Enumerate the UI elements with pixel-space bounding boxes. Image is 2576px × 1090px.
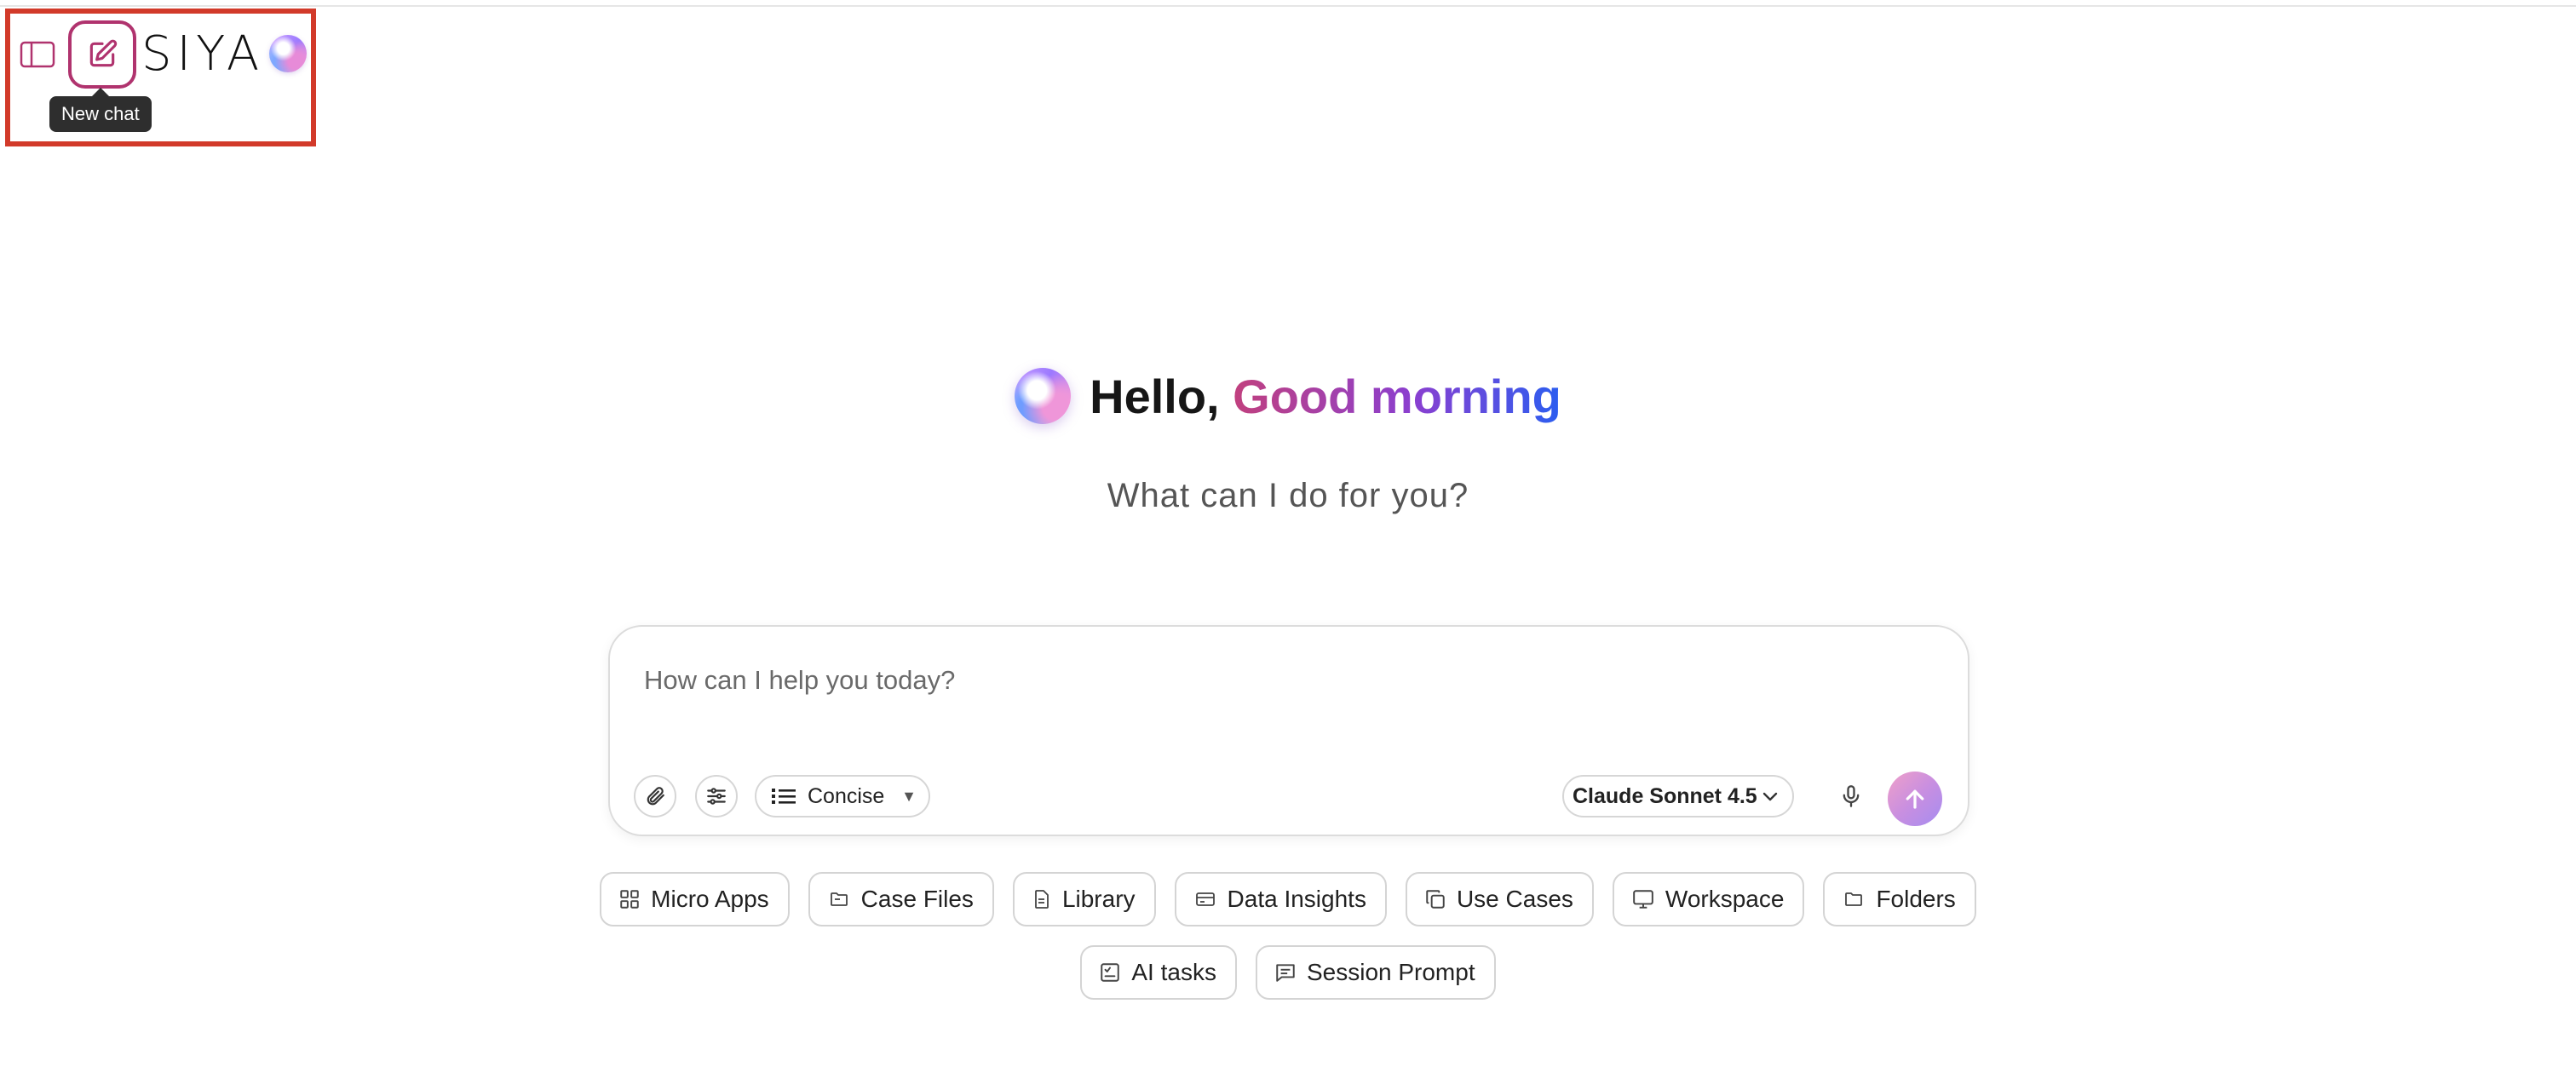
sidebar-toggle-button[interactable] xyxy=(19,39,56,70)
arrow-up-icon xyxy=(1902,786,1928,812)
app-root: SIYA New chat Hello, Good morning What c… xyxy=(0,0,2576,1090)
sidebar-panel-icon xyxy=(20,40,55,69)
send-button[interactable] xyxy=(1888,772,1942,826)
prompt-input[interactable] xyxy=(642,654,1923,707)
sliders-icon xyxy=(705,785,727,807)
document-icon xyxy=(1032,888,1052,910)
greeting-title: Hello, Good morning xyxy=(1090,369,1561,424)
chevron-down-icon xyxy=(1760,786,1780,806)
chip-label: Folders xyxy=(1876,886,1956,912)
monitor-icon xyxy=(1631,888,1655,910)
attach-button[interactable] xyxy=(634,775,676,818)
copy-icon xyxy=(1424,888,1446,910)
shortcut-chips-row: Micro Apps Case Files Library Data Insig… xyxy=(0,872,2576,926)
chip-label: Micro Apps xyxy=(651,886,769,912)
assistant-orb-icon xyxy=(1015,368,1072,424)
chip-library[interactable]: Library xyxy=(1012,872,1156,926)
edit-icon xyxy=(86,38,118,71)
new-chat-tooltip: New chat xyxy=(49,88,152,132)
chip-label: Workspace xyxy=(1665,886,1785,912)
paperclip-icon xyxy=(644,785,666,807)
chip-case-files[interactable]: Case Files xyxy=(808,872,994,926)
chip-label: AI tasks xyxy=(1131,959,1216,985)
chip-label: Case Files xyxy=(860,886,974,912)
chip-label: Data Insights xyxy=(1227,886,1366,912)
greeting-hello: Hello, xyxy=(1090,369,1233,423)
card-icon xyxy=(1193,889,1217,909)
caret-down-icon: ▼ xyxy=(901,787,917,805)
greeting-accent: Good morning xyxy=(1233,369,1561,423)
chip-label: Use Cases xyxy=(1456,886,1573,912)
composer: Concise ▼ Claude Sonnet 4.5 xyxy=(608,625,1969,836)
checklist-icon xyxy=(1099,961,1121,984)
response-style-label: Concise xyxy=(808,783,885,808)
voice-input-button[interactable] xyxy=(1830,775,1872,818)
chip-folders[interactable]: Folders xyxy=(1823,872,1976,926)
list-icon xyxy=(772,786,796,806)
microphone-icon xyxy=(1839,783,1863,810)
brand-name: SIYA xyxy=(141,26,265,82)
greeting-subtitle: What can I do for you? xyxy=(1107,477,1469,514)
response-style-select[interactable]: Concise ▼ xyxy=(755,775,930,818)
model-select[interactable]: Claude Sonnet 4.5 xyxy=(1562,775,1794,818)
chip-ai-tasks[interactable]: AI tasks xyxy=(1080,945,1237,1000)
new-chat-button[interactable] xyxy=(68,20,136,89)
chip-label: Session Prompt xyxy=(1306,959,1475,985)
model-label: Claude Sonnet 4.5 xyxy=(1573,783,1757,808)
chip-use-cases[interactable]: Use Cases xyxy=(1405,872,1594,926)
chip-micro-apps[interactable]: Micro Apps xyxy=(600,872,790,926)
chip-data-insights[interactable]: Data Insights xyxy=(1174,872,1387,926)
chip-workspace[interactable]: Workspace xyxy=(1612,872,1805,926)
folder-icon xyxy=(1842,889,1866,909)
brand-logo: SIYA xyxy=(141,26,308,82)
settings-button[interactable] xyxy=(695,775,738,818)
shortcut-chips-row-2: AI tasks Session Prompt xyxy=(0,945,2576,1000)
folder-open-icon xyxy=(827,889,851,909)
top-divider xyxy=(0,5,2576,7)
grid-icon xyxy=(618,888,641,910)
chip-session-prompt[interactable]: Session Prompt xyxy=(1255,945,1496,1000)
message-icon xyxy=(1274,961,1297,984)
chip-label: Library xyxy=(1061,886,1136,912)
greeting: Hello, Good morning xyxy=(0,368,2576,424)
brand-orb-icon xyxy=(269,35,308,72)
